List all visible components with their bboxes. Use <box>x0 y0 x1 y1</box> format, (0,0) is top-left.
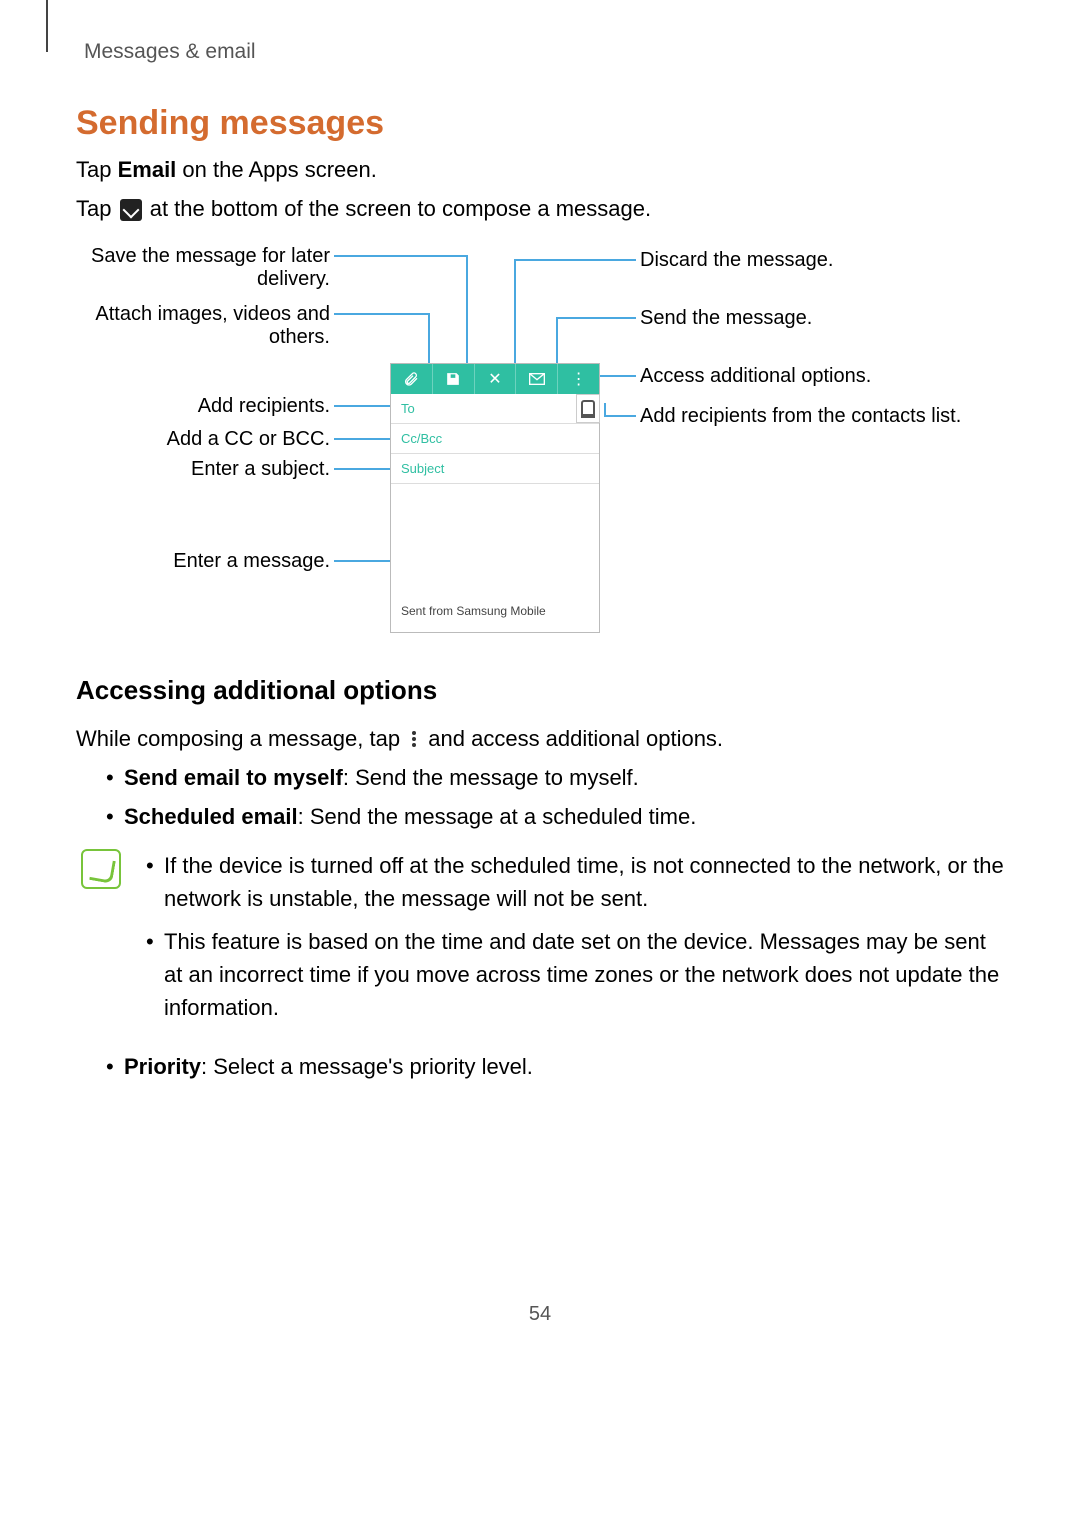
subject-field: Subject <box>391 454 599 484</box>
message-body <box>391 484 599 604</box>
ccbcc-field: Cc/Bcc <box>391 424 599 454</box>
list-item: Send email to myself: Send the message t… <box>106 761 1004 794</box>
signature-text: Sent from Samsung Mobile <box>391 604 599 628</box>
callout-recipients: Add recipients. <box>80 395 330 418</box>
text: While composing a message, tap <box>76 726 406 751</box>
callout-options: Access additional options. <box>640 365 970 388</box>
field-label: To <box>401 401 415 416</box>
text: : Select a message's priority level. <box>201 1054 533 1079</box>
text: Tap <box>76 157 118 182</box>
note-icon <box>76 849 126 1034</box>
send-icon <box>516 364 558 394</box>
text: : Send the message to myself. <box>343 765 639 790</box>
bold-text: Scheduled email <box>124 804 298 829</box>
list-item: This feature is based on the time and da… <box>146 925 1004 1024</box>
callout-send: Send the message. <box>640 307 970 330</box>
save-draft-icon <box>433 364 475 394</box>
note-list: If the device is turned off at the sched… <box>126 849 1004 1034</box>
options-list-continued: Priority: Select a message's priority le… <box>76 1050 1004 1083</box>
page-number: 54 <box>76 1303 1004 1366</box>
subheading: Accessing additional options <box>76 675 1004 706</box>
to-field: To <box>391 394 599 424</box>
text: at the bottom of the screen to compose a… <box>144 196 652 221</box>
options-list: Send email to myself: Send the message t… <box>76 761 1004 833</box>
compose-diagram: Save the message for later delivery. Att… <box>80 245 1000 645</box>
callout-save: Save the message for later delivery. <box>80 245 330 291</box>
attach-icon <box>391 364 433 394</box>
callout-ccbcc: Add a CC or BCC. <box>80 428 330 451</box>
callout-contacts: Add recipients from the contacts list. <box>640 405 970 428</box>
section-label: Messages & email <box>84 40 1004 64</box>
more-options-icon: ⋮ <box>558 364 599 394</box>
sub-paragraph: While composing a message, tap and acces… <box>76 722 1004 755</box>
note-block: If the device is turned off at the sched… <box>76 849 1004 1034</box>
page-edge-rule <box>46 0 48 52</box>
callout-attach: Attach images, videos and others. <box>80 303 330 349</box>
compose-screen-mock: ✕ ⋮ To Cc/Bcc Subject Sent from Samsung … <box>390 363 600 633</box>
bold-text: Priority <box>124 1054 201 1079</box>
text: on the Apps screen. <box>176 157 377 182</box>
text: and access additional options. <box>422 726 723 751</box>
intro-paragraph-1: Tap Email on the Apps screen. <box>76 153 1004 186</box>
text: : Send the message at a scheduled time. <box>298 804 697 829</box>
list-item: Scheduled email: Send the message at a s… <box>106 800 1004 833</box>
intro-paragraph-2: Tap at the bottom of the screen to compo… <box>76 192 1004 225</box>
text: Tap <box>76 196 118 221</box>
compose-icon <box>120 199 142 221</box>
callout-subject: Enter a subject. <box>80 458 330 481</box>
discard-icon: ✕ <box>475 364 517 394</box>
callout-discard: Discard the message. <box>640 249 970 272</box>
list-item: If the device is turned off at the sched… <box>146 849 1004 915</box>
page-title: Sending messages <box>76 104 1004 143</box>
list-item: Priority: Select a message's priority le… <box>106 1050 1004 1083</box>
bold-text: Email <box>118 157 177 182</box>
bold-text: Send email to myself <box>124 765 343 790</box>
more-options-icon <box>410 729 418 751</box>
callout-message: Enter a message. <box>80 550 330 573</box>
contacts-picker-icon <box>576 394 600 423</box>
